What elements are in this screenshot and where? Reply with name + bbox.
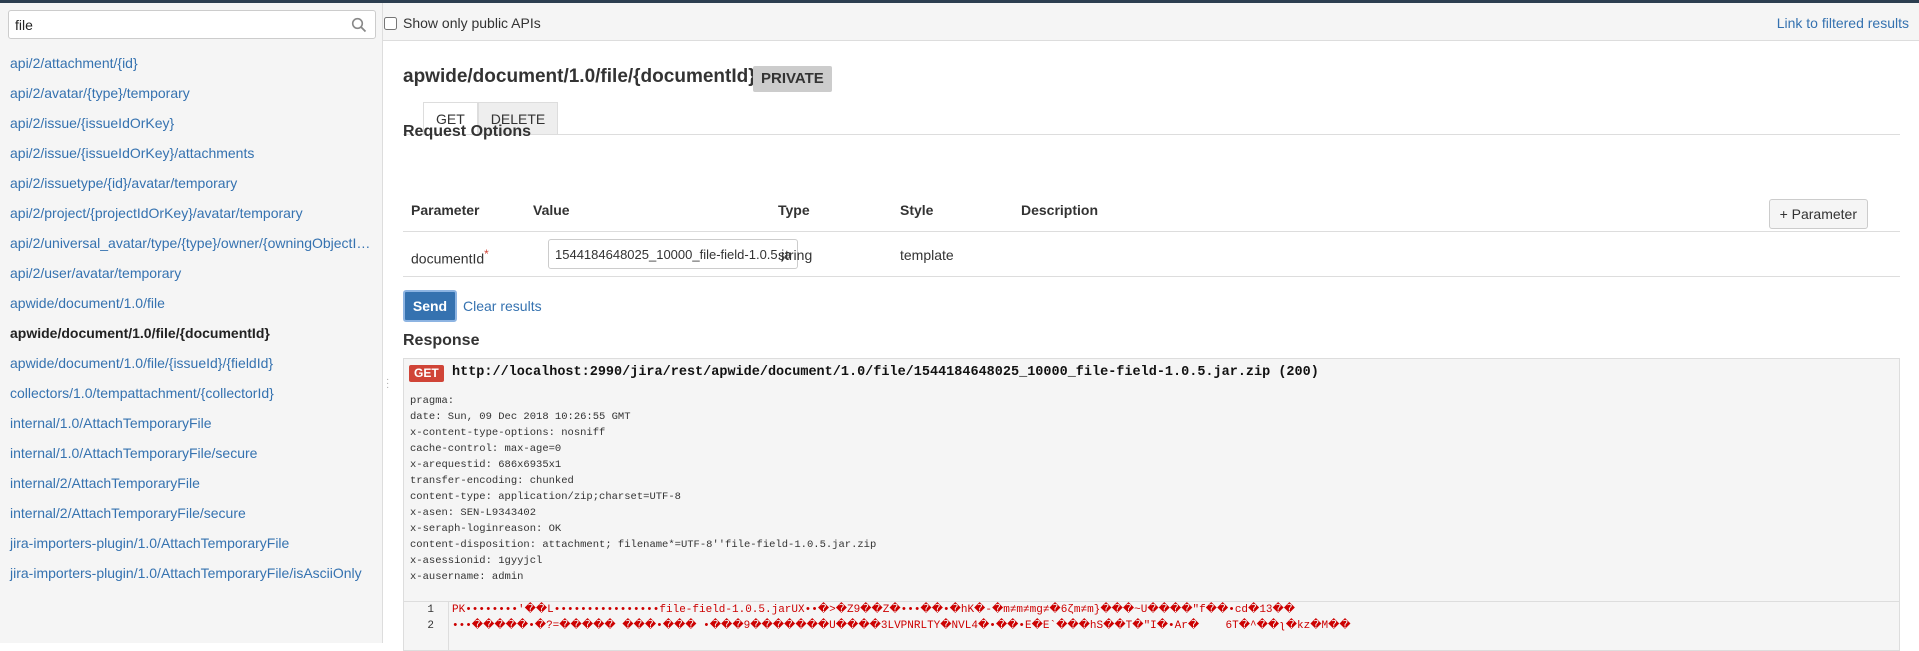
sidebar-item[interactable]: api/2/avatar/{type}/temporary bbox=[0, 78, 375, 108]
response-header-line: content-type: application/zip;charset=UT… bbox=[410, 491, 681, 503]
sidebar-item[interactable]: api/2/universal_avatar/type/{type}/owner… bbox=[0, 228, 375, 258]
col-type: Type bbox=[778, 202, 810, 218]
response-headers-list: pragma: date: Sun, 09 Dec 2018 10:26:55 G… bbox=[410, 393, 876, 585]
tabs-divider bbox=[403, 134, 1900, 135]
response-header-line: x-content-type-options: nosniff bbox=[410, 427, 606, 439]
sidebar-item[interactable]: api/2/project/{projectIdOrKey}/avatar/te… bbox=[0, 198, 375, 228]
search-icon[interactable] bbox=[351, 17, 367, 33]
sidebar-item[interactable]: apwide/document/1.0/file bbox=[0, 288, 375, 318]
response-header-line: pragma: bbox=[410, 395, 455, 407]
document-id-input[interactable] bbox=[548, 239, 798, 269]
link-to-filtered-results[interactable]: Link to filtered results bbox=[1777, 15, 1909, 31]
search-input[interactable] bbox=[9, 11, 339, 38]
sidebar-item[interactable]: api/2/user/avatar/temporary bbox=[0, 258, 375, 288]
request-options-title: Request Options bbox=[403, 123, 532, 140]
line-number: 1 bbox=[427, 604, 434, 616]
clear-results-link[interactable]: Clear results bbox=[463, 298, 542, 314]
sidebar-item[interactable]: collectors/1.0/tempattachment/{collector… bbox=[0, 378, 375, 408]
response-header-line: date: Sun, 09 Dec 2018 10:26:55 GMT bbox=[410, 411, 631, 423]
params-table-header: Parameter Value Type Style Description +… bbox=[403, 188, 1900, 232]
col-value: Value bbox=[533, 202, 570, 218]
public-apis-label: Show only public APIs bbox=[403, 15, 541, 31]
send-button[interactable]: Send bbox=[403, 290, 457, 322]
col-style: Style bbox=[900, 202, 934, 218]
response-body-panel[interactable]: 12 PK••••••••'��L••••••••••••••••file-fi… bbox=[403, 601, 1900, 651]
response-header-line: x-seraph-loginreason: OK bbox=[410, 523, 562, 535]
param-style: template bbox=[900, 247, 954, 263]
sidebar-item[interactable]: jira-importers-plugin/1.0/AttachTemporar… bbox=[0, 528, 375, 558]
code-line: •••�����•�?=����� ���•��� •���9�������U�… bbox=[452, 620, 1351, 632]
resource-title: apwide/document/1.0/file/{documentId} bbox=[403, 66, 756, 87]
sidebar-item[interactable]: internal/2/AttachTemporaryFile/secure bbox=[0, 498, 375, 528]
sidebar-item[interactable]: internal/1.0/AttachTemporaryFile/secure bbox=[0, 438, 375, 468]
sidebar: api/2/attachment/{id}api/2/avatar/{type}… bbox=[0, 3, 383, 643]
search-box[interactable] bbox=[8, 10, 376, 39]
sidebar-item[interactable]: api/2/issuetype/{id}/avatar/temporary bbox=[0, 168, 375, 198]
col-parameter: Parameter bbox=[411, 202, 480, 218]
sidebar-item[interactable]: apwide/document/1.0/file/{issueId}/{fiel… bbox=[0, 348, 375, 378]
toolbar: Show only public APIs Link to filtered r… bbox=[383, 3, 1919, 41]
sidebar-item[interactable]: api/2/issue/{issueIdOrKey} bbox=[0, 108, 375, 138]
response-method-badge: GET bbox=[409, 365, 444, 382]
response-headers-panel: GET http://localhost:2990/jira/rest/apwi… bbox=[403, 358, 1900, 602]
line-number: 2 bbox=[427, 620, 434, 632]
response-header-line: x-ausername: admin bbox=[410, 571, 524, 583]
line-number-gutter: 12 bbox=[404, 602, 449, 650]
param-type: string bbox=[778, 247, 813, 263]
private-badge: PRIVATE bbox=[753, 66, 832, 92]
required-marker: * bbox=[484, 247, 489, 261]
sidebar-item[interactable]: internal/2/AttachTemporaryFile bbox=[0, 468, 375, 498]
param-row: documentId* string template bbox=[403, 233, 1900, 277]
sidebar-item[interactable]: api/2/issue/{issueIdOrKey}/attachments bbox=[0, 138, 375, 168]
param-name-text: documentId bbox=[411, 250, 485, 267]
response-url: http://localhost:2990/jira/rest/apwide/d… bbox=[452, 365, 1319, 380]
public-apis-toggle[interactable]: Show only public APIs bbox=[383, 15, 541, 31]
code-line: PK••••••••'��L••••••••••••••••file-field… bbox=[452, 604, 1296, 616]
response-header-line: transfer-encoding: chunked bbox=[410, 475, 574, 487]
sidebar-item[interactable]: internal/1.0/AttachTemporaryFile bbox=[0, 408, 375, 438]
response-body-code: PK••••••••'��L••••••••••••••••file-field… bbox=[452, 602, 1351, 634]
response-title: Response bbox=[403, 332, 480, 349]
response-header-line: x-asessionid: 1gyyjcl bbox=[410, 555, 543, 567]
add-parameter-button[interactable]: + Parameter bbox=[1768, 199, 1868, 229]
sidebar-item[interactable]: apwide/document/1.0/file/{documentId} bbox=[0, 318, 375, 348]
main-panel: apwide/document/1.0/file/{documentId} PR… bbox=[383, 42, 1919, 651]
col-description: Description bbox=[1021, 202, 1099, 218]
sidebar-item[interactable]: api/2/attachment/{id} bbox=[0, 48, 375, 78]
public-apis-checkbox[interactable] bbox=[384, 16, 397, 30]
response-header-line: x-arequestid: 686x6935x1 bbox=[410, 459, 562, 471]
response-header-line: x-asen: SEN-L9343402 bbox=[410, 507, 537, 519]
api-resource-list: api/2/attachment/{id} api/2/avatar/{type}… bbox=[0, 48, 383, 588]
response-header-line: content-disposition: attachment; filenam… bbox=[410, 539, 877, 551]
sidebar-item[interactable]: jira-importers-plugin/1.0/AttachTemporar… bbox=[0, 558, 375, 588]
param-name: documentId* bbox=[411, 247, 489, 267]
response-header-line: cache-control: max-age=0 bbox=[410, 443, 562, 455]
